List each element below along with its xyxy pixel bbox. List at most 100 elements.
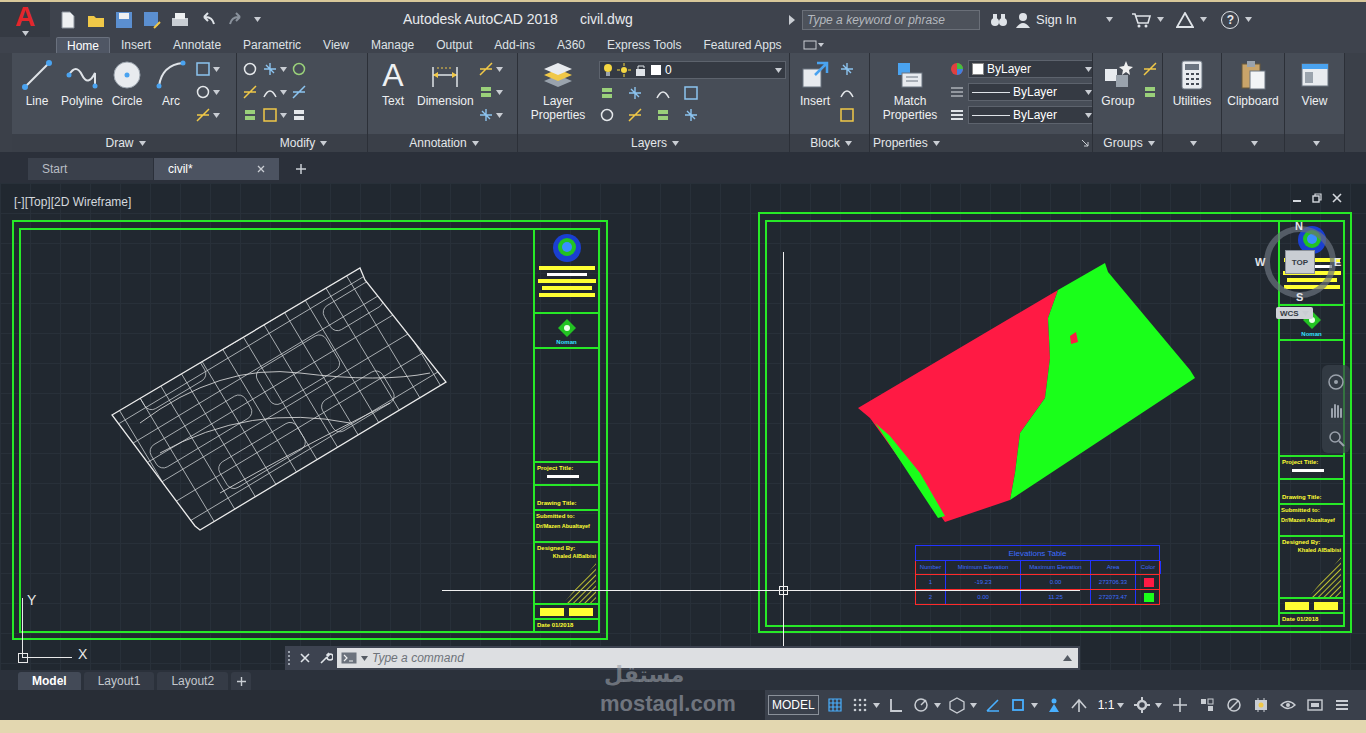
group-button[interactable]: Group xyxy=(1096,53,1140,108)
close-command-line-icon[interactable] xyxy=(300,653,310,663)
button-label[interactable]: Polyline xyxy=(61,94,103,108)
model-space-label[interactable]: MODEL xyxy=(772,698,815,712)
tool-icon[interactable] xyxy=(478,84,494,100)
calculator-icon[interactable] xyxy=(1176,59,1208,91)
undo-icon[interactable] xyxy=(198,10,218,30)
dropdown-arrow-icon[interactable] xyxy=(873,703,880,708)
ribbon-tab-label[interactable]: Featured Apps xyxy=(704,38,782,52)
layout-tab-label[interactable]: Model xyxy=(32,674,67,688)
compass-east[interactable]: E xyxy=(1334,256,1341,268)
file-tab-label[interactable]: civil* xyxy=(168,162,193,176)
button-label[interactable]: Layer Properties xyxy=(523,94,593,122)
sun-icon[interactable] xyxy=(617,63,631,77)
dropdown-arrow-icon[interactable] xyxy=(672,141,679,146)
dropdown-arrow-icon[interactable] xyxy=(1117,703,1124,708)
recent-commands-icon[interactable] xyxy=(361,656,368,661)
tool-icon[interactable] xyxy=(195,61,211,77)
layout-tab-label[interactable]: Layout1 xyxy=(98,674,141,688)
new-layout-icon[interactable] xyxy=(237,677,246,686)
dimension-icon[interactable] xyxy=(429,59,461,91)
layout-tab[interactable]: Layout2 xyxy=(157,672,228,690)
dropdown-arrow-icon[interactable] xyxy=(1148,141,1155,146)
property-dropdown[interactable]: ByLayer xyxy=(968,106,1092,124)
customization-menu-icon[interactable] xyxy=(1333,696,1351,714)
tool-icon[interactable] xyxy=(478,61,494,77)
dropdown-arrow-icon[interactable] xyxy=(1245,17,1252,22)
dropdown-arrow-icon[interactable] xyxy=(213,67,220,72)
line-button[interactable]: Line xyxy=(15,53,59,108)
ribbon-toggle-icon[interactable] xyxy=(803,39,825,51)
ribbon-tab-label[interactable]: Express Tools xyxy=(607,38,681,52)
property-dropdown[interactable]: ByLayer xyxy=(968,60,1092,78)
dropdown-arrow-icon[interactable] xyxy=(1106,17,1113,22)
dropdown-arrow-icon[interactable] xyxy=(213,113,220,118)
tool-icon[interactable] xyxy=(242,84,258,100)
new-tab-icon[interactable] xyxy=(296,164,306,174)
ribbon-tab[interactable]: Featured Apps xyxy=(693,37,793,53)
dropdown-arrow-icon[interactable] xyxy=(496,113,503,118)
tool-icon[interactable] xyxy=(242,61,258,77)
button-label[interactable]: Arc xyxy=(162,94,180,108)
dropdown-arrow-icon[interactable] xyxy=(1155,703,1162,708)
ribbon-tab[interactable]: Output xyxy=(425,37,483,53)
layout-tab[interactable]: Model xyxy=(18,672,81,690)
arc-icon[interactable] xyxy=(155,59,187,91)
isolate-objects-icon[interactable] xyxy=(1279,696,1297,714)
dropdown-arrow-icon[interactable] xyxy=(139,141,146,146)
unlock-icon[interactable] xyxy=(635,64,647,76)
command-history-icon[interactable] xyxy=(1063,655,1072,661)
tool-icon[interactable] xyxy=(291,107,307,123)
command-input[interactable] xyxy=(372,648,1059,668)
match-properties-button[interactable]: Match Properties xyxy=(873,53,947,122)
annotation-visibility-icon[interactable] xyxy=(1045,696,1063,714)
dropdown-arrow-icon[interactable] xyxy=(213,90,220,95)
dropdown-arrow-icon[interactable] xyxy=(496,67,503,72)
dropdown-arrow-icon[interactable] xyxy=(280,90,287,95)
dropdown-arrow-icon[interactable] xyxy=(970,703,977,708)
isometric-icon[interactable] xyxy=(948,696,966,714)
dropdown-arrow-icon[interactable] xyxy=(775,68,782,73)
lightbulb-icon[interactable] xyxy=(603,63,613,77)
panel-title[interactable]: Properties xyxy=(873,136,928,150)
model-space-button[interactable]: MODEL xyxy=(768,695,819,715)
workspace-gear-icon[interactable] xyxy=(1133,696,1151,714)
dropdown-arrow-icon[interactable] xyxy=(496,90,503,95)
clean-screen-icon[interactable] xyxy=(1225,696,1243,714)
utilities-button[interactable]: Utilities xyxy=(1170,53,1214,108)
button-label[interactable]: Dimension xyxy=(417,94,474,108)
compass-west[interactable]: W xyxy=(1255,256,1265,268)
annotation-monitor-icon[interactable] xyxy=(1171,696,1189,714)
ucs-label[interactable]: WCS xyxy=(1280,309,1299,318)
lineweight-icon[interactable] xyxy=(949,84,965,100)
compass-south[interactable]: S xyxy=(1296,291,1303,303)
file-tab[interactable]: civil* xyxy=(154,158,280,180)
help-button[interactable]: ? xyxy=(1221,11,1239,29)
annotation-scale-label[interactable]: 1:1 xyxy=(1098,698,1115,712)
sign-in-button[interactable]: Sign In xyxy=(1036,10,1076,30)
dropdown-arrow-icon[interactable] xyxy=(845,141,852,146)
match-properties-icon[interactable] xyxy=(894,59,926,91)
dropdown-arrow-icon[interactable] xyxy=(280,113,287,118)
property-value[interactable]: ByLayer xyxy=(1013,108,1057,122)
plot-icon[interactable] xyxy=(170,10,190,30)
tool-icon[interactable] xyxy=(599,85,615,101)
hardware-acceleration-icon[interactable] xyxy=(1252,696,1270,714)
dropdown-arrow-icon[interactable] xyxy=(320,141,327,146)
redo-icon[interactable] xyxy=(226,10,246,30)
layers-icon[interactable] xyxy=(542,59,574,91)
grid-icon[interactable] xyxy=(826,696,844,714)
dropdown-arrow-icon[interactable] xyxy=(22,31,29,36)
viewport-controls[interactable]: [-][Top][2D Wireframe] xyxy=(14,189,131,213)
zoom-icon[interactable] xyxy=(1327,429,1345,447)
object-snap-icon[interactable] xyxy=(1009,696,1027,714)
user-icon[interactable] xyxy=(1016,12,1030,28)
panel-title[interactable]: Layers xyxy=(631,136,667,150)
viewport-label[interactable]: [-][Top][2D Wireframe] xyxy=(14,195,131,209)
clipboard-icon[interactable] xyxy=(1237,59,1269,91)
file-tab[interactable]: Start xyxy=(28,158,154,180)
group-icon[interactable] xyxy=(1102,59,1134,91)
dropdown-arrow-icon[interactable] xyxy=(1157,17,1164,22)
dimension-button[interactable]: Dimension xyxy=(415,53,476,108)
app-logo[interactable]: A xyxy=(15,3,35,31)
insert-block-icon[interactable] xyxy=(799,59,831,91)
